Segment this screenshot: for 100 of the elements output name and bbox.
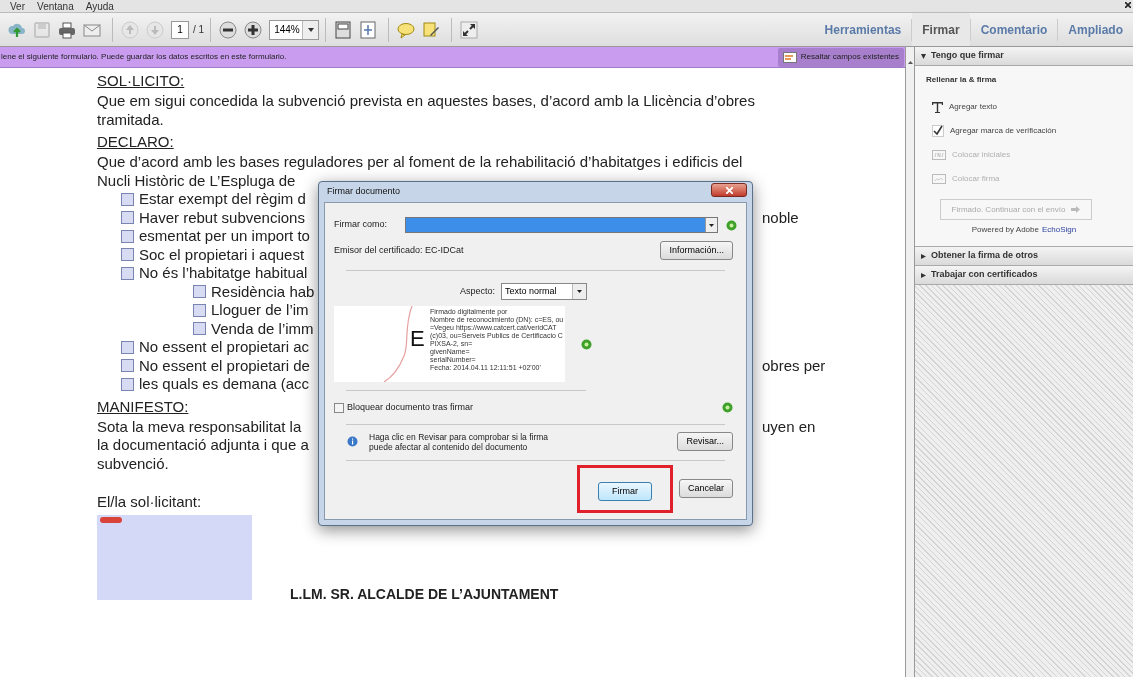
save-icon xyxy=(33,20,51,39)
section-heading: DECLARO: xyxy=(97,133,174,151)
checkbox-label: Residència hab xyxy=(211,281,315,302)
checkbox[interactable] xyxy=(121,359,134,373)
checkbox[interactable] xyxy=(121,266,134,280)
close-icon[interactable] xyxy=(1125,2,1131,8)
zoom-in-button[interactable] xyxy=(242,18,265,41)
signature-icon xyxy=(932,174,946,184)
checkbox[interactable] xyxy=(193,285,206,299)
body-text: Que d’acord amb les bases reguladores per al foment de la rehabilitació d’habitatges i edificis del xyxy=(97,152,743,172)
menu-item[interactable]: Ventana xyxy=(37,2,74,12)
checkbox-label: Soc el propietari i aquest xyxy=(139,244,305,265)
body-text: tramitada. xyxy=(97,109,164,130)
caret-icon xyxy=(709,223,714,227)
flag-icon xyxy=(100,516,122,523)
menu-item[interactable]: Ayuda xyxy=(85,2,114,12)
field-label: Firmar como: xyxy=(334,218,388,232)
checkbox-label: les quals es demana (acc xyxy=(139,374,310,394)
checkbox-label: esmentat per un import to xyxy=(139,226,310,246)
issuer-text: Emisor del certificado: EC-IDCat xyxy=(334,243,464,257)
zoom-out-button[interactable] xyxy=(217,18,240,41)
expand-icon xyxy=(921,253,926,259)
expand-icon xyxy=(921,272,926,278)
initials-icon xyxy=(932,150,946,160)
print-icon xyxy=(58,20,76,39)
checkbox[interactable] xyxy=(121,192,134,206)
close-button[interactable] xyxy=(711,183,747,197)
checkbox-label: Venda de l’imm xyxy=(211,318,314,339)
checkbox[interactable] xyxy=(193,322,206,336)
caret-icon xyxy=(307,27,314,32)
help-icon xyxy=(581,338,592,350)
arrow-icon xyxy=(1071,206,1081,213)
panel-tool[interactable]: Agregar marca de verificación xyxy=(926,119,1133,143)
zoom-field[interactable]: 144% xyxy=(269,19,320,40)
expand-button[interactable] xyxy=(458,18,481,41)
field-label: Aspecto: xyxy=(460,284,496,298)
sign-button[interactable]: Firmar xyxy=(598,481,652,501)
highlight-icon xyxy=(422,20,441,39)
checkbox[interactable] xyxy=(121,211,134,225)
fit-width-icon xyxy=(359,20,378,39)
caret-icon xyxy=(907,61,913,64)
body-text: Que em sigui concedida la subvenció prevista en aquestes bases, d’acord amb la Llicència d’obres xyxy=(97,91,755,111)
checkbox-label: No essent el propietari de xyxy=(139,355,310,376)
checkbox-label: Haver rebut subvencions xyxy=(139,207,305,228)
certificate-select[interactable] xyxy=(404,217,718,233)
review-button[interactable]: Revisar... xyxy=(677,432,733,451)
checkbox-label: Estar exempt del règim d xyxy=(139,189,306,209)
body-text: uyen en xyxy=(762,416,816,437)
tab[interactable]: Ampliado xyxy=(1058,13,1133,46)
checkbox[interactable] xyxy=(193,303,206,317)
checkbox[interactable] xyxy=(121,229,134,243)
addressee-text: L.LM. SR. ALCALDE DE L’AJUNTAMENT xyxy=(290,584,560,604)
checkbox[interactable] xyxy=(121,248,134,262)
body-text: Nucli Històric de L’Espluga de xyxy=(97,170,296,191)
tab[interactable]: Firmar xyxy=(912,13,970,46)
fit-page-icon xyxy=(334,20,353,39)
collapse-icon xyxy=(921,53,926,59)
caret-icon xyxy=(577,290,583,293)
checkbox-label: No és l’habitatge habitual xyxy=(139,263,308,283)
powered-by-text: Powered by Adobe xyxy=(971,224,1039,236)
review-text: Haga clic en Revisar para comprobar si la firma puede afectar al contenido del documento xyxy=(369,431,550,452)
checkmark-icon xyxy=(932,125,944,137)
appearance-select[interactable]: Texto normal xyxy=(501,283,588,300)
highlight-fields-button[interactable]: Resaltar campos existentes xyxy=(777,47,904,67)
page-number-field[interactable]: 1 xyxy=(171,20,189,39)
body-text: noble xyxy=(762,207,799,228)
form-fields-icon xyxy=(782,51,797,63)
panel-section-header[interactable]: Tengo que firmar xyxy=(915,47,1133,66)
help-icon xyxy=(722,402,733,414)
section-heading: MANIFESTO: xyxy=(97,397,189,416)
checkbox[interactable] xyxy=(334,402,344,413)
checkbox[interactable] xyxy=(121,340,134,354)
text-icon xyxy=(932,101,943,113)
zoom-in-icon xyxy=(244,20,263,39)
notice-text: lene el siguiente formulario. Puede guardar los datos escritos en este formulario. xyxy=(0,51,287,63)
info-button[interactable]: Información... xyxy=(660,241,733,260)
checkbox-label: Bloquear documento tras firmar xyxy=(347,401,474,414)
next-page-icon xyxy=(146,20,164,39)
body-text: El/la sol·licitant: xyxy=(97,492,202,512)
signature-field[interactable] xyxy=(97,514,252,600)
zoom-out-icon xyxy=(219,20,238,39)
menu-item[interactable]: Ver xyxy=(10,2,25,12)
body-text: la documentació adjunta i que a xyxy=(97,435,309,455)
cancel-button[interactable]: Cancelar xyxy=(679,479,733,499)
help-icon xyxy=(726,219,737,231)
close-icon xyxy=(725,186,733,194)
expand-icon xyxy=(460,20,479,39)
page-count: / 1 xyxy=(193,23,205,37)
tab[interactable]: Comentario xyxy=(970,13,1058,46)
info-icon xyxy=(347,436,358,447)
checkbox[interactable] xyxy=(121,377,134,391)
body-text: subvenció. xyxy=(97,453,169,474)
tab[interactable]: Herramientas xyxy=(814,13,912,46)
echosign-link[interactable]: EchoSign xyxy=(1041,224,1077,236)
signature-initial: E xyxy=(410,328,425,350)
dialog-title: Firmar documento xyxy=(327,185,401,199)
panel-section-header[interactable]: Trabajar con certificados xyxy=(915,266,1133,285)
panel-tool[interactable]: Agregar texto xyxy=(926,95,1133,119)
panel-section-header[interactable]: Obtener la firma de otros xyxy=(915,247,1133,266)
body-text: obres per xyxy=(762,355,826,376)
